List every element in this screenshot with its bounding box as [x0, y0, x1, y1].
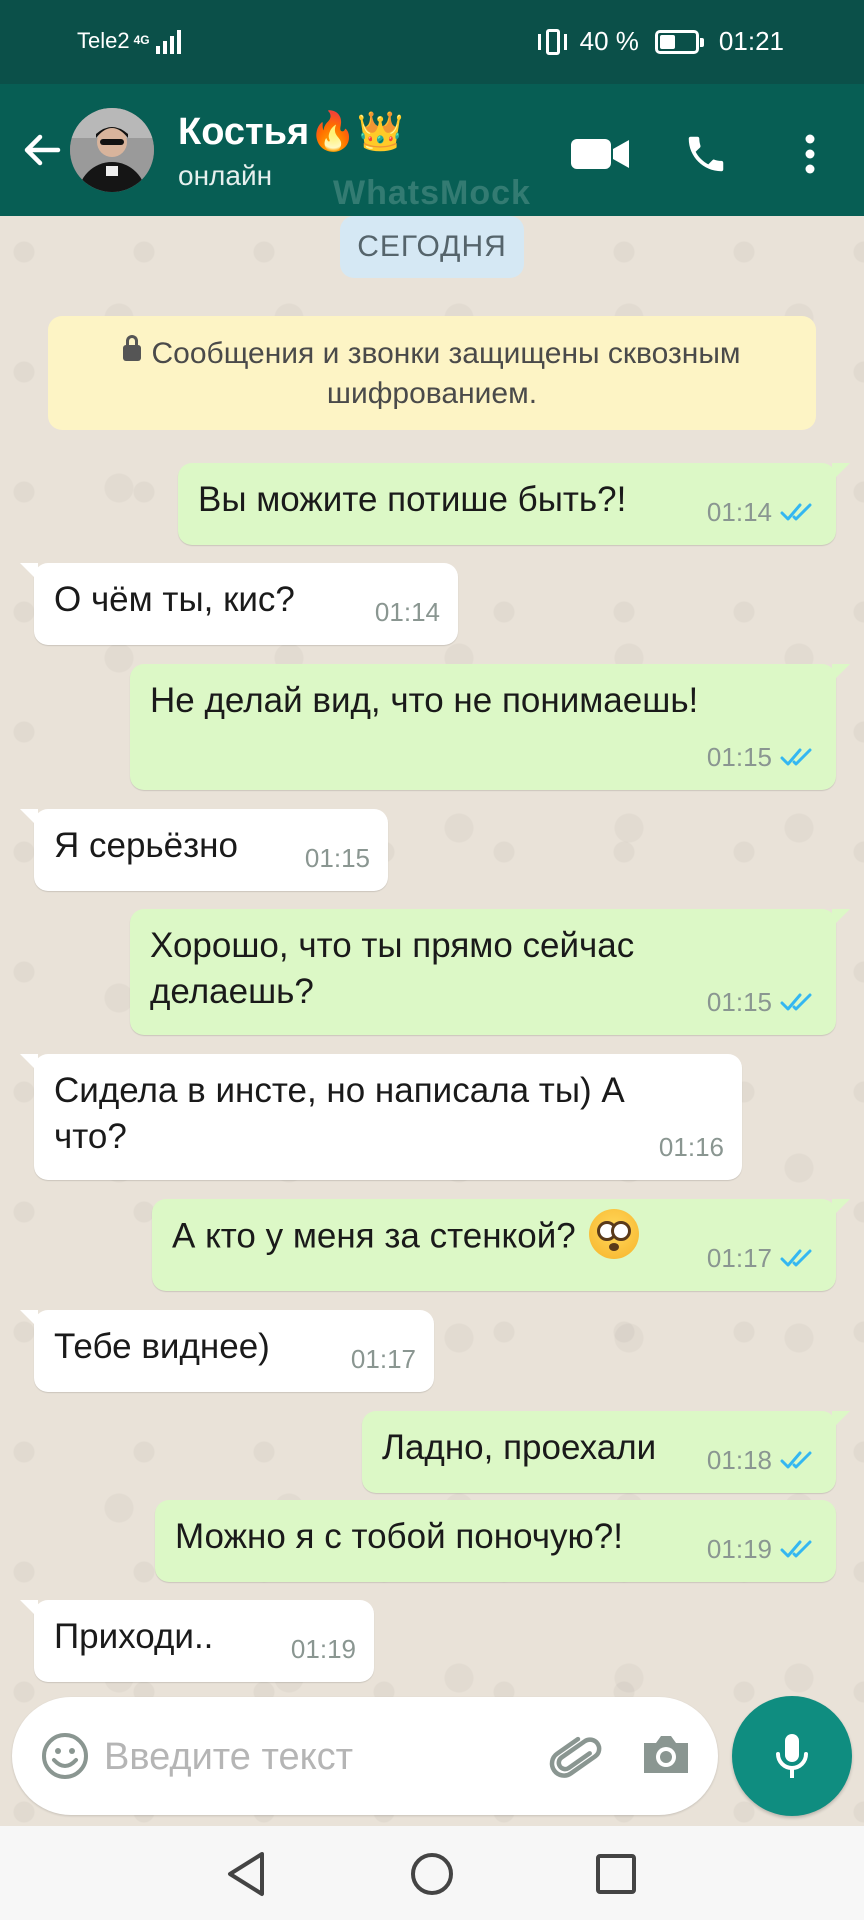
- read-ticks-icon: [780, 993, 812, 1011]
- outgoing-message[interactable]: Не делай вид, что не понимаешь! 01:15: [130, 664, 850, 790]
- message-time: 01:14: [374, 597, 440, 627]
- message-time: 01:14: [706, 497, 772, 527]
- message-time: 01:15: [304, 843, 370, 873]
- message-time: 01:16: [658, 1132, 724, 1162]
- read-ticks-icon: [780, 503, 812, 521]
- message-meta: 01:19: [291, 1626, 356, 1672]
- nav-back-icon[interactable]: [218, 1846, 274, 1902]
- attach-icon[interactable]: [547, 1727, 605, 1785]
- message-meta: 01:15: [305, 835, 370, 881]
- contact-name[interactable]: Костья🔥👑: [178, 110, 404, 154]
- message-line: Сидела в инсте, но написала ты) А: [54, 1071, 625, 1110]
- date-divider: СЕГОДНЯ: [340, 216, 524, 278]
- encryption-notice[interactable]: Сообщения и звонки защищены сквозным шиф…: [48, 316, 816, 430]
- vibrate-icon: [536, 28, 570, 56]
- lock-icon: [123, 335, 142, 361]
- message-line: Ладно, проехали: [382, 1428, 657, 1467]
- outgoing-message[interactable]: Вы можите потише быть?! 01:14: [178, 463, 850, 545]
- message-time: 01:18: [706, 1445, 772, 1475]
- message-composer: [12, 1697, 718, 1815]
- message-meta: 01:16: [659, 1124, 724, 1170]
- system-nav-bar: [0, 1826, 864, 1920]
- status-bar: Tele2 4G 40 % 01:21: [0, 0, 864, 84]
- message-text: Я серьёзно: [54, 823, 238, 869]
- message-time: 01:15: [706, 742, 772, 772]
- clock: 01:21: [718, 26, 784, 56]
- message-time: 01:19: [706, 1534, 772, 1564]
- message-text: Тебе виднее): [54, 1324, 270, 1370]
- incoming-message[interactable]: Сидела в инсте, но написала ты) А что? 01:…: [20, 1054, 742, 1180]
- message-line: Не делай вид, что не понимаешь!: [150, 681, 699, 720]
- signal-icon: [155, 28, 181, 54]
- message-time: 01:17: [350, 1344, 416, 1374]
- phone-icon[interactable]: [676, 124, 736, 184]
- message-text: Хорошо, что ты прямо сейчас делаешь?: [150, 923, 634, 1015]
- battery-fill: [659, 34, 676, 49]
- read-ticks-icon: [780, 1540, 812, 1558]
- battery-percent: 40 %: [579, 26, 639, 56]
- message-meta: 01:14: [375, 589, 440, 635]
- message-input[interactable]: [104, 1727, 524, 1787]
- message-line: Можно я с тобой поночую?!: [175, 1517, 623, 1556]
- camera-icon[interactable]: [640, 1731, 692, 1781]
- incoming-message[interactable]: Я серьёзно 01:15: [20, 809, 388, 891]
- message-time: 01:19: [290, 1634, 356, 1664]
- outgoing-message[interactable]: Ладно, проехали 01:18: [362, 1411, 850, 1493]
- message-line: что?: [54, 1117, 127, 1156]
- carrier-label: Tele2: [77, 28, 130, 53]
- message-time: 01:17: [706, 1243, 772, 1273]
- incoming-message[interactable]: Тебе виднее) 01:17: [20, 1310, 434, 1392]
- message-line: Я серьёзно: [54, 826, 238, 865]
- back-arrow-icon[interactable]: [20, 128, 64, 172]
- status-bar-left: Tele2 4G: [77, 28, 181, 54]
- outgoing-message[interactable]: Хорошо, что ты прямо сейчас делаешь? 01:15: [130, 909, 850, 1035]
- message-meta: 01:18: [707, 1437, 818, 1483]
- read-ticks-icon: [780, 1249, 812, 1267]
- flushed-face-emoji: [589, 1209, 640, 1259]
- network-type: 4G: [133, 33, 150, 47]
- message-text: Вы можите потише быть?!: [198, 477, 626, 523]
- more-vert-icon[interactable]: [780, 124, 840, 184]
- emoji-icon[interactable]: [40, 1731, 90, 1781]
- message-meta: 01:15: [707, 979, 818, 1025]
- encryption-notice-text: Сообщения и звонки защищены сквозным шиф…: [151, 337, 741, 410]
- message-line: Приходи..: [54, 1617, 214, 1656]
- chat-area[interactable]: СЕГОДНЯ Сообщения и звонки защищены скво…: [0, 216, 864, 1826]
- battery-icon: [654, 29, 704, 54]
- message-text: Не делай вид, что не понимаешь!: [150, 678, 698, 724]
- message-meta: 01:17: [351, 1336, 416, 1382]
- incoming-message[interactable]: О чём ты, кис? 01:14: [20, 563, 458, 645]
- message-text: Сидела в инсте, но написала ты) А что?: [54, 1068, 625, 1160]
- read-ticks-icon: [780, 1451, 812, 1469]
- message-line: Тебе виднее): [54, 1327, 270, 1366]
- message-text: А кто у меня за стенкой?: [172, 1209, 640, 1263]
- message-meta: 01:17: [707, 1235, 818, 1281]
- mic-button[interactable]: [732, 1696, 852, 1816]
- message-text: Ладно, проехали: [382, 1425, 656, 1471]
- message-meta: 01:14: [707, 489, 818, 535]
- chat-header: Костья🔥👑 онлайн WhatsMock: [0, 84, 864, 216]
- read-ticks-icon: [780, 748, 812, 766]
- message-text: Можно я с тобой поночую?!: [175, 1514, 623, 1560]
- message-line: Хорошо, что ты прямо сейчас: [150, 926, 635, 965]
- video-call-icon[interactable]: [570, 124, 630, 184]
- mic-icon: [776, 1734, 808, 1778]
- status-bar-right: 40 % 01:21: [536, 26, 784, 57]
- outgoing-message[interactable]: А кто у меня за стенкой? 01:17: [152, 1199, 850, 1291]
- message-line: О чём ты, кис?: [54, 580, 295, 619]
- message-line: Вы можите потише быть?!: [198, 480, 627, 519]
- incoming-message[interactable]: Приходи.. 01:19: [20, 1600, 374, 1682]
- nav-home-icon[interactable]: [404, 1846, 460, 1902]
- message-line: А кто у меня за стенкой?: [172, 1209, 640, 1263]
- outgoing-message[interactable]: Можно я с тобой поночую?! 01:19: [155, 1500, 836, 1582]
- message-meta: 01:19: [707, 1526, 818, 1572]
- message-line: делаешь?: [150, 972, 314, 1011]
- message-text: Приходи..: [54, 1614, 213, 1660]
- nav-recents-icon[interactable]: [588, 1846, 644, 1902]
- message-time: 01:15: [706, 987, 772, 1017]
- message-text: О чём ты, кис?: [54, 577, 295, 623]
- message-meta: 01:15: [707, 734, 818, 780]
